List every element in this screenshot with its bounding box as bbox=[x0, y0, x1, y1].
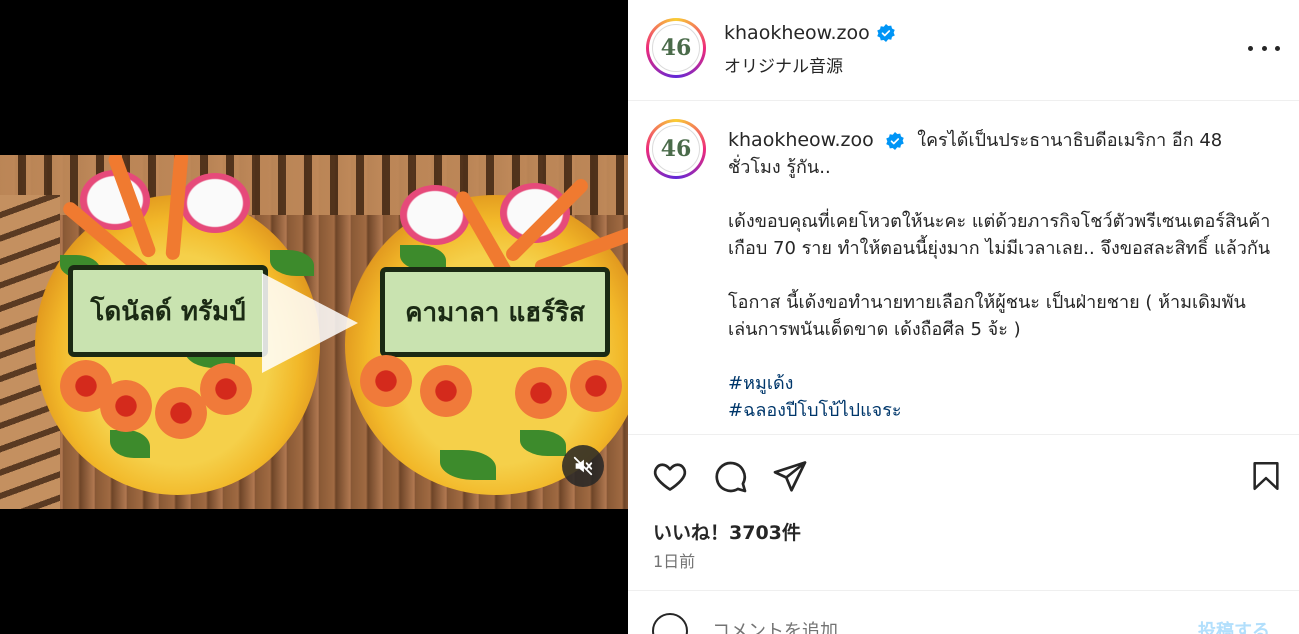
plaque-left: โดนัลด์ ทรัมป์ bbox=[68, 265, 268, 357]
caption-first-line: khaokheow.zoo ใครได้เป็นประธานาธิบดีอเมร… bbox=[728, 127, 1273, 181]
hashtag-link[interactable]: #ฉลองปีโบโบ้ไปแจระ bbox=[728, 397, 1273, 424]
flower-decoration bbox=[60, 360, 112, 412]
flower-decoration bbox=[570, 360, 622, 412]
post-panel: 46 khaokheow.zoo オリジナル音源 46 khaokheow.zo… bbox=[628, 0, 1299, 634]
flower-decoration bbox=[360, 355, 412, 407]
heart-icon-glyph bbox=[653, 463, 687, 491]
avatar[interactable]: 46 bbox=[646, 18, 706, 78]
flower-decoration bbox=[515, 367, 567, 419]
comment-box: コメントを追加... 投稿する bbox=[628, 590, 1299, 634]
comment-input[interactable]: コメントを追加... bbox=[712, 617, 855, 634]
hashtag-link[interactable]: #หมูเด้ง bbox=[728, 370, 1273, 397]
likes-count[interactable]: いいね！3703件 bbox=[653, 518, 801, 545]
bookmark-icon-glyph bbox=[1253, 461, 1279, 491]
comment-icon-glyph bbox=[715, 461, 747, 493]
post-timestamp[interactable]: 1日前 bbox=[653, 548, 695, 572]
header-username-row: khaokheow.zoo bbox=[724, 22, 896, 44]
flower-decoration bbox=[200, 363, 252, 415]
caption-area[interactable]: 46 khaokheow.zoo ใครได้เป็นประธานาธิบดีอ… bbox=[628, 101, 1299, 435]
heart-icon[interactable] bbox=[650, 456, 690, 496]
share-icon-glyph bbox=[773, 461, 807, 492]
share-icon[interactable] bbox=[770, 456, 810, 496]
zoo-logo: 46 bbox=[652, 24, 700, 72]
video-player[interactable]: โดนัลด์ ทรัมป์ คามาลา แฮร์ริส bbox=[0, 155, 628, 509]
caption-paragraph-3: โอกาส นี้เด้งขอทำนายทายเลือกให้ผู้ชนะ เป… bbox=[728, 292, 1246, 340]
media-area: โดนัลด์ ทรัมป์ คามาลา แฮร์ริส bbox=[0, 0, 628, 634]
avatar-ring: 46 bbox=[649, 122, 703, 176]
audio-label[interactable]: オリジナル音源 bbox=[724, 52, 843, 77]
caption-paragraph-2: เด้งขอบคุณที่เคยโหวตให้นะคะ แต่ด้วยภารกิ… bbox=[728, 211, 1271, 259]
caption: khaokheow.zoo ใครได้เป็นประธานาธิบดีอเมร… bbox=[728, 127, 1273, 424]
header-username[interactable]: khaokheow.zoo bbox=[724, 22, 870, 44]
post-header: 46 khaokheow.zoo オリジナル音源 bbox=[628, 0, 1299, 101]
zoo-logo: 46 bbox=[652, 125, 700, 173]
more-dot bbox=[1248, 45, 1253, 51]
caption-avatar[interactable]: 46 bbox=[646, 119, 706, 179]
emoji-icon[interactable] bbox=[652, 613, 688, 634]
verified-icon bbox=[886, 132, 905, 150]
verified-icon bbox=[876, 24, 895, 42]
post-comment-button[interactable]: 投稿する bbox=[1198, 617, 1270, 634]
comment-icon[interactable] bbox=[710, 456, 750, 496]
mute-icon-glyph bbox=[573, 456, 593, 476]
plaque-right: คามาลา แฮร์ริส bbox=[380, 267, 610, 357]
avatar-ring: 46 bbox=[649, 21, 703, 75]
flower-decoration bbox=[420, 365, 472, 417]
caption-username[interactable]: khaokheow.zoo bbox=[728, 129, 874, 151]
more-dot bbox=[1275, 45, 1280, 51]
dragonfruit-decoration bbox=[180, 173, 250, 233]
more-icon[interactable] bbox=[1248, 36, 1280, 60]
more-dot bbox=[1261, 45, 1267, 51]
flower-decoration bbox=[155, 387, 207, 439]
play-icon[interactable] bbox=[262, 273, 358, 373]
action-bar bbox=[628, 436, 1299, 516]
bookmark-icon[interactable] bbox=[1246, 456, 1286, 496]
mute-icon[interactable] bbox=[562, 445, 604, 487]
